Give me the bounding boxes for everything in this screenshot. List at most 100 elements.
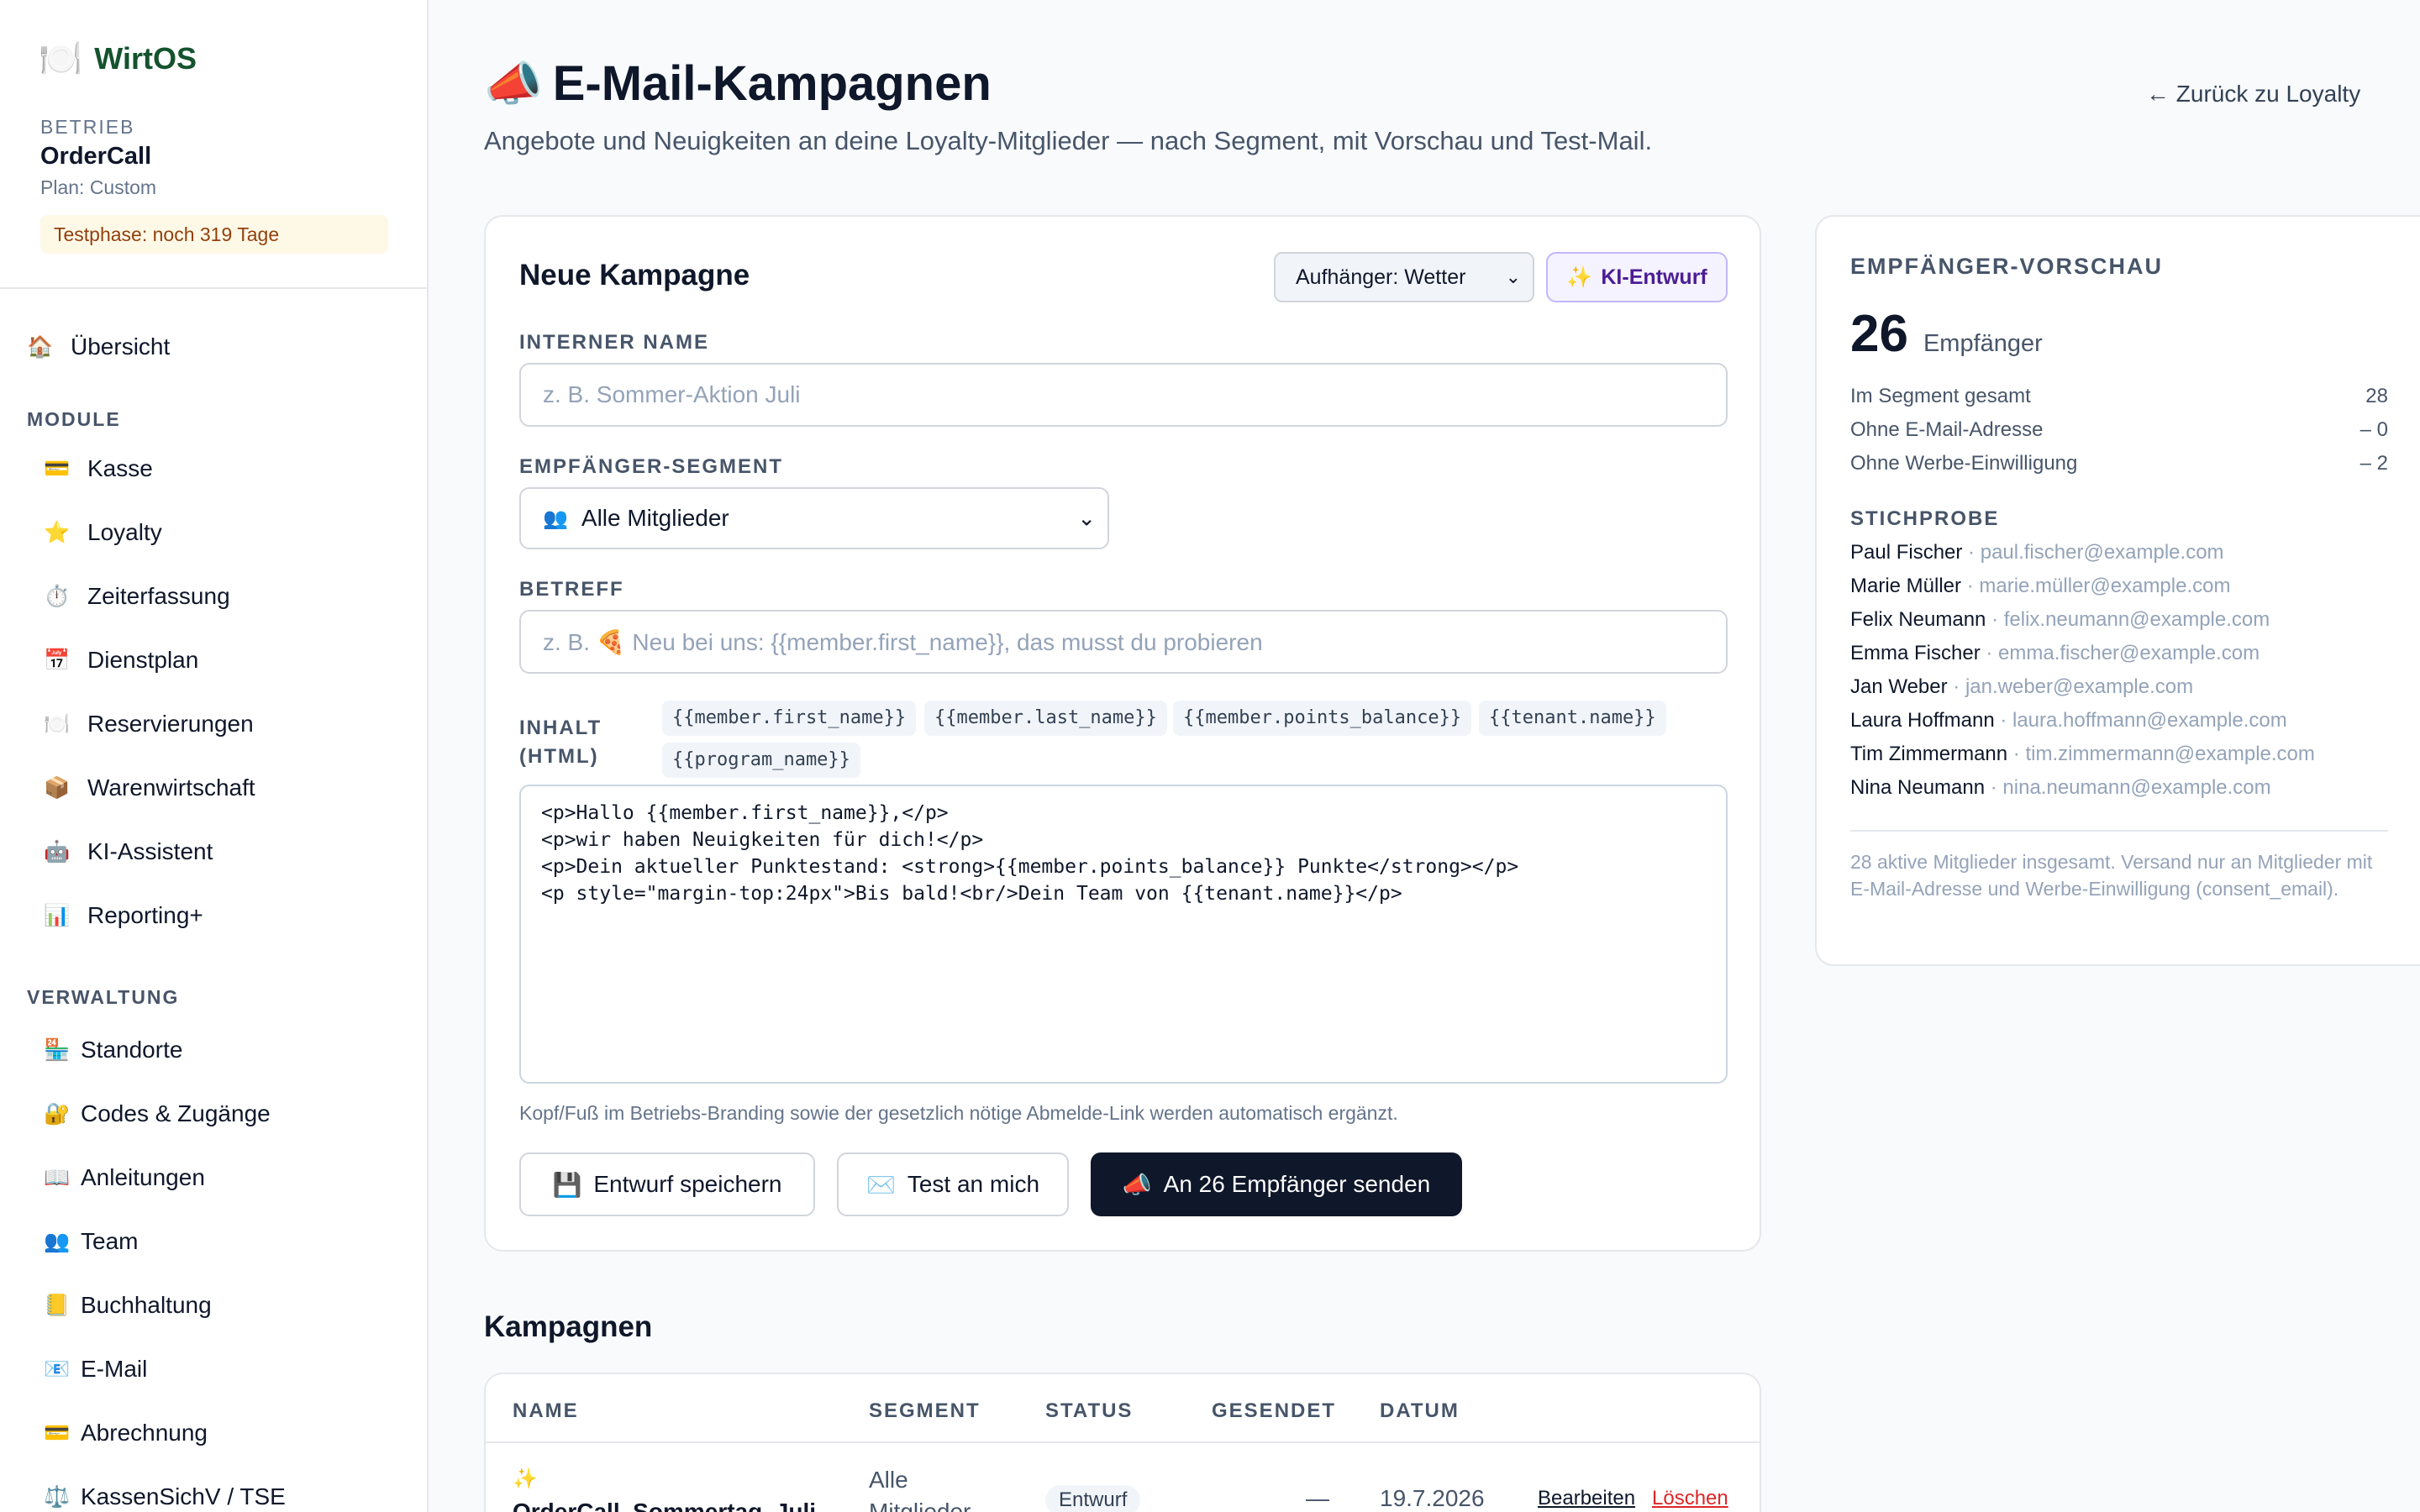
sparkles-icon: ✨ [1566,265,1593,289]
stat-label: Ohne E-Mail-Adresse [1850,418,2044,441]
sidebar-item-anleitungen[interactable]: 📖 Anleitungen [44,1154,205,1201]
column-header: GESENDET [1212,1399,1337,1422]
megaphone-icon: 📣 [484,57,543,110]
subject-input[interactable]: z. B. 🍕 Neu bei uns: {{member.first_name… [519,610,1728,674]
send-campaign-button[interactable]: 📣 An 26 Empfänger senden [1091,1152,1462,1216]
campaign-name: OrderCall–Sommertag–Juli [513,1499,817,1512]
sidebar: 🍽️ WirtOS Betrieb OrderCall Plan: Custom… [0,0,429,1512]
page-subtitle: Angebote und Neuigkeiten an deine Loyalt… [484,126,1653,155]
megaphone-icon: 📣 [1122,1171,1152,1198]
column-header: DATUM [1380,1399,1460,1422]
content-label-line-1: INHALT [519,717,602,739]
sample-recipient: Paul Fischer · paul.fischer@example.com [1850,541,2224,564]
plan-label: Plan: Custom [40,176,157,198]
users-icon: 👥 [543,507,568,530]
sidebar-item-buchhaltung[interactable]: 📒 Buchhaltung [44,1282,212,1329]
sidebar-item-warenwirtschaft[interactable]: 📦 Warenwirtschaft [44,764,255,811]
sidebar-item-label: Standorte [81,1037,183,1063]
column-header: SEGMENT [869,1399,981,1422]
book-icon: 📖 [44,1165,71,1189]
back-to-loyalty-link[interactable]: ← Zurück zu Loyalty [2146,81,2360,108]
brand[interactable]: 🍽️ WirtOS [39,39,197,79]
sample-email: · felix.neumann@example.com [1986,608,2270,631]
floppy-disk-icon: 💾 [552,1171,582,1198]
test-mail-button[interactable]: ✉️ Test an mich [837,1152,1069,1216]
sidebar-item-kassensichv[interactable]: ⚖️ KassenSichV / TSE [44,1473,286,1512]
sidebar-item-label: Übersicht [71,333,171,360]
content-label: INHALT (HTML) [519,714,602,771]
sample-recipient: Nina Neumann · nina.neumann@example.com [1850,776,2271,800]
sidebar-item-label: Loyalty [87,519,162,545]
stat-value: – 0 [2360,418,2388,441]
name-input[interactable]: z. B. Sommer-Aktion Juli [519,363,1728,427]
ledger-icon: 📒 [44,1293,71,1317]
content-hint: Kopf/Fuß im Betriebs-Branding sowie der … [519,1102,1398,1124]
preview-stat-row: Ohne E-Mail-Adresse – 0 [1850,418,2388,442]
sidebar-item-label: KassenSichV / TSE [81,1483,286,1509]
sidebar-item-ki-assistent[interactable]: 🤖 KI-Assistent [44,828,213,875]
users-icon: 👥 [44,1229,71,1253]
save-draft-button[interactable]: 💾 Entwurf speichern [519,1152,815,1216]
new-campaign-card: Neue Kampagne Aufhänger: Wetter ⌄ ✨ KI-E… [484,215,1761,1252]
placeholder-chip[interactable]: {{member.points_balance}} [1173,701,1472,736]
content-label-line-2: (HTML) [519,745,599,768]
sample-email: · marie.müller@example.com [1961,575,2231,597]
sidebar-item-codes[interactable]: 🔐 Codes & Zugänge [44,1090,271,1137]
sidebar-item-team[interactable]: 👥 Team [44,1218,138,1265]
segment-select[interactable]: 👥 Alle Mitglieder ⌄ [519,487,1109,549]
sample-name: Jan Weber [1850,675,1948,698]
sample-name: Laura Hoffmann [1850,709,1995,732]
sidebar-item-zeiterfassung[interactable]: ⏱️ Zeiterfassung [44,573,230,620]
sidebar-item-label: Zeiterfassung [87,583,230,609]
placeholder-chip[interactable]: {{program_name}} [662,743,860,778]
sidebar-item-email[interactable]: 📧 E-Mail [44,1346,147,1393]
trial-badge: Testphase: noch 319 Tage [40,215,388,254]
sidebar-item-reporting[interactable]: 📊 Reporting+ [44,892,203,939]
sidebar-item-abrechnung[interactable]: 💳 Abrechnung [44,1410,208,1457]
section-admin: VERWALTUNG [27,986,180,1008]
package-icon: 📦 [44,775,71,800]
hook-select-value: Aufhänger: Wetter [1296,265,1466,289]
campaign-segment-line-1: Alle [869,1467,908,1493]
betrieb-label: Betrieb [40,116,135,138]
preview-stat-row: Ohne Werbe-Einwilligung – 2 [1850,452,2388,475]
sample-recipient: Marie Müller · marie.müller@example.com [1850,575,2230,598]
stopwatch-icon: ⏱️ [44,584,71,608]
placeholder-chip[interactable]: {{member.last_name}} [924,701,1167,736]
subject-label: Betreff [519,578,624,601]
sidebar-item-overview[interactable]: 🏠 Übersicht [27,323,170,370]
sidebar-item-standorte[interactable]: 🏪 Standorte [44,1026,182,1074]
delete-campaign-link[interactable]: Löschen [1652,1487,1728,1510]
content-textarea[interactable]: <p>Hallo {{member.first_name}},</p> <p>w… [519,785,1728,1084]
stat-label: Ohne Werbe-Einwilligung [1850,452,2078,475]
placeholder-chip[interactable]: {{tenant.name}} [1479,701,1666,736]
sample-recipient: Laura Hoffmann · laura.hoffmann@example.… [1850,709,2287,732]
hook-select[interactable]: Aufhänger: Wetter ⌄ [1274,252,1534,302]
sidebar-item-kasse[interactable]: 💳 Kasse [44,445,153,492]
plate-icon: 🍽️ [39,39,83,78]
star-icon: ⭐ [44,520,71,544]
robot-icon: 🤖 [44,839,71,864]
sidebar-item-loyalty[interactable]: ⭐ Loyalty [44,509,162,556]
edit-campaign-link[interactable]: Bearbeiten [1538,1487,1635,1510]
sidebar-item-reservierungen[interactable]: 🍽️ Reservierungen [44,701,254,748]
chevron-down-icon: ⌄ [1077,505,1096,531]
sample-email: · nina.neumann@example.com [1985,776,2271,799]
sidebar-item-label: KI-Assistent [87,838,213,864]
column-header: STATUS [1045,1399,1134,1422]
subject-placeholder: z. B. 🍕 Neu bei uns: {{member.first_name… [543,628,1263,655]
credit-card-icon: 💳 [44,456,71,480]
sidebar-item-label: Kasse [87,455,153,481]
sample-recipient: Emma Fischer · emma.fischer@example.com [1850,642,2260,665]
sidebar-item-label: Anleitungen [81,1164,205,1190]
sidebar-item-dienstplan[interactable]: 📅 Dienstplan [44,637,198,684]
sample-email: · jan.weber@example.com [1947,675,2194,698]
ki-draft-label: KI-Entwurf [1601,265,1707,289]
placeholder-chip[interactable]: {{member.first_name}} [662,701,917,736]
calendar-icon: 📅 [44,648,71,672]
save-draft-label: Entwurf speichern [593,1171,782,1197]
sample-recipient: Felix Neumann · felix.neumann@example.co… [1850,608,2270,632]
ki-draft-button[interactable]: ✨ KI-Entwurf [1546,252,1728,302]
sample-email: · tim.zimmermann@example.com [2007,743,2315,765]
stat-value: – 2 [2360,452,2388,475]
